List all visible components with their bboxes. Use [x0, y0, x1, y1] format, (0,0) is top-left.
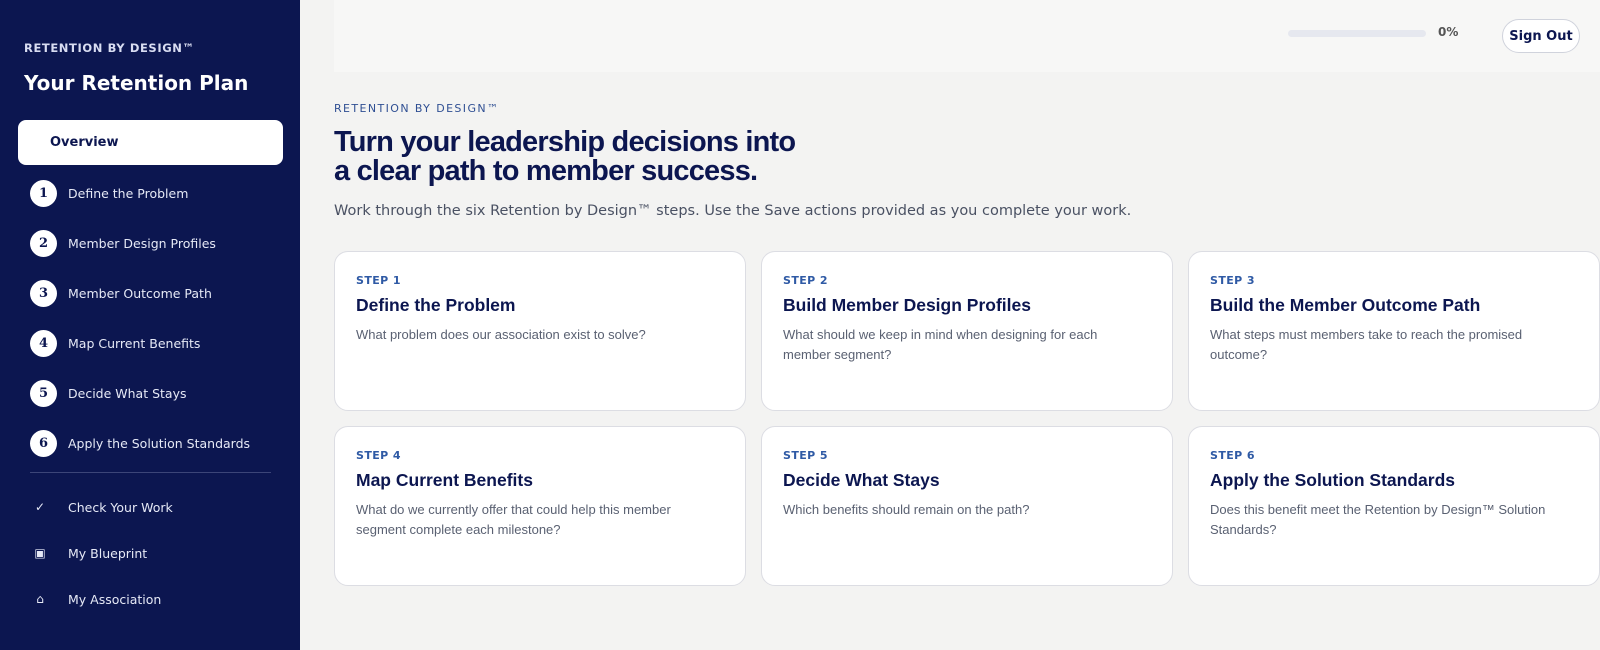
sidebar-title: Your Retention Plan	[24, 71, 249, 95]
sign-out-button[interactable]: Sign Out	[1502, 19, 1580, 53]
step-card-5[interactable]: STEP 5 Decide What Stays Which benefits …	[761, 426, 1173, 586]
page-title-line-2: a clear path to member success.	[334, 155, 758, 187]
card-step-label: STEP 5	[783, 449, 828, 462]
card-description: What problem does our association exist …	[356, 327, 646, 342]
sidebar-item-label: My Association	[68, 591, 162, 607]
sidebar-item-step-6[interactable]: 6 Apply the Solution Standards	[30, 428, 250, 458]
page-title: Turn your leadership decisions into a cl…	[334, 128, 854, 186]
step-number-badge: 2	[30, 229, 57, 257]
card-step-label: STEP 3	[1210, 274, 1255, 287]
card-title: Map Current Benefits	[356, 470, 533, 490]
home-icon: ⌂	[36, 592, 44, 606]
page-subtitle: Work through the six Retention by Design…	[334, 203, 1132, 219]
sidebar-divider	[30, 472, 271, 473]
step-card-6[interactable]: STEP 6 Apply the Solution Standards Does…	[1188, 426, 1600, 586]
sidebar-brand: RETENTION BY DESIGN™	[24, 41, 195, 55]
sidebar-item-label: Apply the Solution Standards	[68, 435, 251, 451]
card-title: Build the Member Outcome Path	[1210, 295, 1481, 315]
sidebar-item-label: Define the Problem	[68, 185, 189, 201]
sidebar-item-check-your-work[interactable]: ✓ Check Your Work	[30, 495, 173, 519]
card-step-label: STEP 6	[1210, 449, 1255, 462]
sidebar-item-label: Overview	[50, 135, 119, 150]
card-description: What should we keep in mind when designi…	[783, 327, 1098, 362]
sidebar-item-label: Decide What Stays	[68, 385, 187, 401]
card-description: What steps must members take to reach th…	[1210, 327, 1523, 362]
sidebar-item-step-3[interactable]: 3 Member Outcome Path	[30, 278, 212, 308]
card-step-label: STEP 4	[356, 449, 401, 462]
card-description: What do we currently offer that could he…	[356, 502, 671, 537]
step-number-badge: 3	[30, 279, 57, 307]
sidebar-item-my-association[interactable]: ⌂ My Association	[30, 587, 161, 611]
card-title: Build Member Design Profiles	[783, 295, 1031, 315]
card-description: Does this benefit meet the Retention by …	[1210, 502, 1546, 537]
step-number-badge: 6	[30, 429, 57, 457]
step-card-3[interactable]: STEP 3 Build the Member Outcome Path Wha…	[1188, 251, 1600, 411]
blueprint-icon: ▣	[34, 546, 46, 560]
sidebar-item-step-4[interactable]: 4 Map Current Benefits	[30, 328, 200, 358]
card-step-label: STEP 2	[783, 274, 828, 287]
sidebar: RETENTION BY DESIGN™ Your Retention Plan…	[0, 0, 300, 650]
page-title-line-1: Turn your leadership decisions into	[334, 126, 796, 158]
sidebar-item-label: Member Design Profiles	[68, 235, 216, 251]
sidebar-item-step-2[interactable]: 2 Member Design Profiles	[30, 228, 216, 258]
step-card-1[interactable]: STEP 1 Define the Problem What problem d…	[334, 251, 746, 411]
step-number-badge: 5	[30, 379, 57, 407]
sidebar-item-overview[interactable]: Overview	[18, 120, 283, 165]
page-eyebrow: RETENTION BY DESIGN™	[334, 102, 500, 115]
sidebar-item-label: My Blueprint	[68, 545, 148, 561]
check-icon: ✓	[34, 500, 46, 514]
card-title: Define the Problem	[356, 295, 516, 315]
sidebar-item-label: Check Your Work	[68, 499, 173, 515]
progress-bar	[1288, 30, 1426, 37]
sidebar-item-label: Member Outcome Path	[68, 285, 212, 301]
step-number-badge: 4	[30, 329, 57, 357]
card-description: Which benefits should remain on the path…	[783, 502, 1030, 517]
sidebar-item-my-blueprint[interactable]: ▣ My Blueprint	[30, 541, 147, 565]
card-title: Decide What Stays	[783, 470, 940, 490]
step-card-4[interactable]: STEP 4 Map Current Benefits What do we c…	[334, 426, 746, 586]
sidebar-item-step-1[interactable]: 1 Define the Problem	[30, 178, 188, 208]
step-number-badge: 1	[30, 179, 57, 207]
progress-percent: 0%	[1438, 25, 1459, 39]
step-card-2[interactable]: STEP 2 Build Member Design Profiles What…	[761, 251, 1173, 411]
sidebar-item-step-5[interactable]: 5 Decide What Stays	[30, 378, 186, 408]
card-step-label: STEP 1	[356, 274, 401, 287]
card-title: Apply the Solution Standards	[1210, 470, 1456, 490]
sidebar-item-label: Map Current Benefits	[68, 335, 201, 351]
